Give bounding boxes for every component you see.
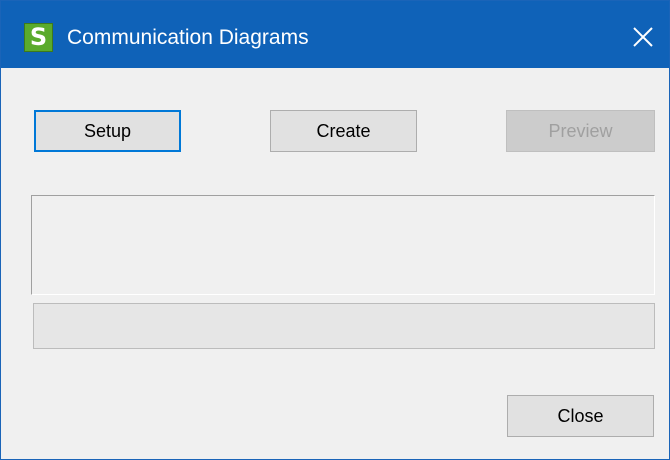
app-logo-icon: S — [24, 23, 53, 52]
preview-button: Preview — [506, 110, 655, 152]
setup-button[interactable]: Setup — [34, 110, 181, 152]
communication-diagrams-dialog: S Communication Diagrams Setup Create Pr… — [0, 0, 670, 460]
window-title: Communication Diagrams — [67, 26, 309, 49]
output-text-area[interactable] — [31, 195, 655, 295]
title-bar[interactable]: S Communication Diagrams — [1, 1, 669, 68]
progress-bar — [33, 303, 655, 349]
close-button[interactable]: Close — [507, 395, 654, 437]
create-button[interactable]: Create — [270, 110, 417, 152]
close-icon[interactable] — [627, 21, 659, 53]
close-icon-glyph — [633, 27, 653, 47]
